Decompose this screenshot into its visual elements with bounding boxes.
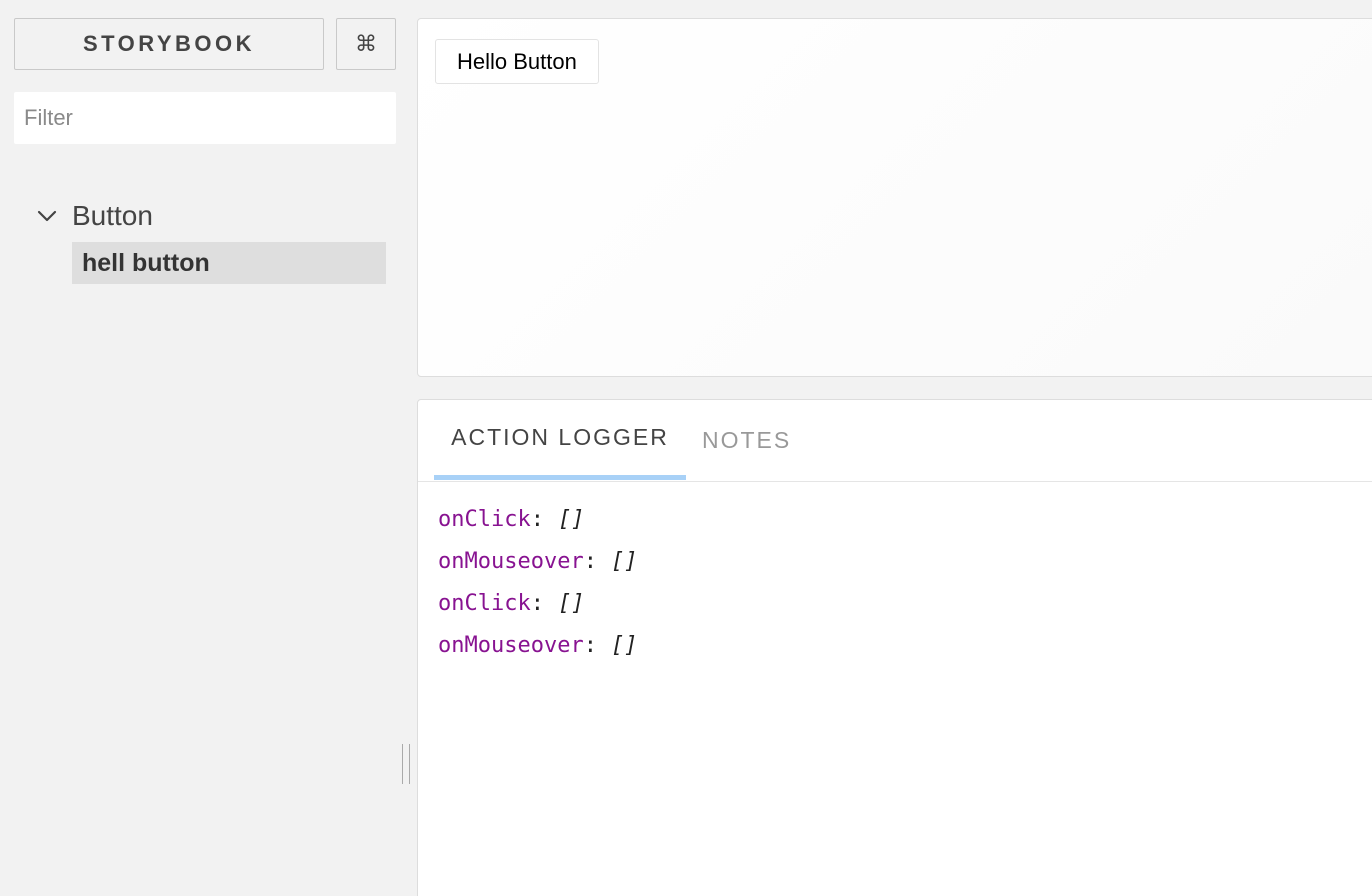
- action-log-entry: onClick : []: [438, 498, 637, 540]
- action-name: onMouseover: [438, 632, 584, 658]
- story-kind-button[interactable]: Button: [36, 196, 153, 236]
- action-separator: :: [583, 548, 597, 574]
- tab-notes[interactable]: NOTES: [702, 400, 794, 480]
- addon-tabs: ACTION LOGGER NOTES: [418, 400, 1372, 482]
- story-item-label: hell button: [82, 248, 210, 277]
- storybook-brand-button[interactable]: STORYBOOK: [14, 18, 324, 70]
- keyboard-shortcuts-button[interactable]: ⌘: [336, 18, 396, 70]
- command-icon: ⌘: [355, 31, 377, 57]
- sidebar: STORYBOOK ⌘ Button hell button: [0, 0, 410, 896]
- action-args: []: [610, 548, 638, 574]
- action-separator: :: [583, 632, 597, 658]
- action-log-entry: onMouseover : []: [438, 540, 637, 582]
- action-name: onClick: [438, 590, 531, 616]
- filter-input[interactable]: [14, 92, 396, 144]
- sidebar-resize-handle[interactable]: [402, 744, 410, 784]
- action-args: []: [610, 632, 638, 658]
- storybook-app: STORYBOOK ⌘ Button hell button Hello But…: [0, 0, 1372, 896]
- chevron-down-icon: [36, 205, 58, 227]
- story-kind-label: Button: [72, 200, 153, 231]
- action-name: onMouseover: [438, 548, 584, 574]
- action-args: []: [557, 590, 585, 616]
- tab-action-logger[interactable]: ACTION LOGGER: [434, 400, 686, 480]
- preview-panel: Hello Button: [417, 18, 1372, 377]
- action-name: onClick: [438, 506, 531, 532]
- action-log-entry: onClick : []: [438, 582, 637, 624]
- story-item-hell-button[interactable]: hell button: [72, 242, 386, 284]
- action-separator: :: [530, 506, 544, 532]
- action-log-entry: onMouseover : []: [438, 624, 637, 666]
- hello-button[interactable]: Hello Button: [435, 39, 599, 84]
- action-separator: :: [530, 590, 544, 616]
- action-log: onClick : [] onMouseover : [] onClick : …: [438, 498, 637, 666]
- action-args: []: [557, 506, 585, 532]
- addon-panel: ACTION LOGGER NOTES onClick : [] onMouse…: [417, 399, 1372, 896]
